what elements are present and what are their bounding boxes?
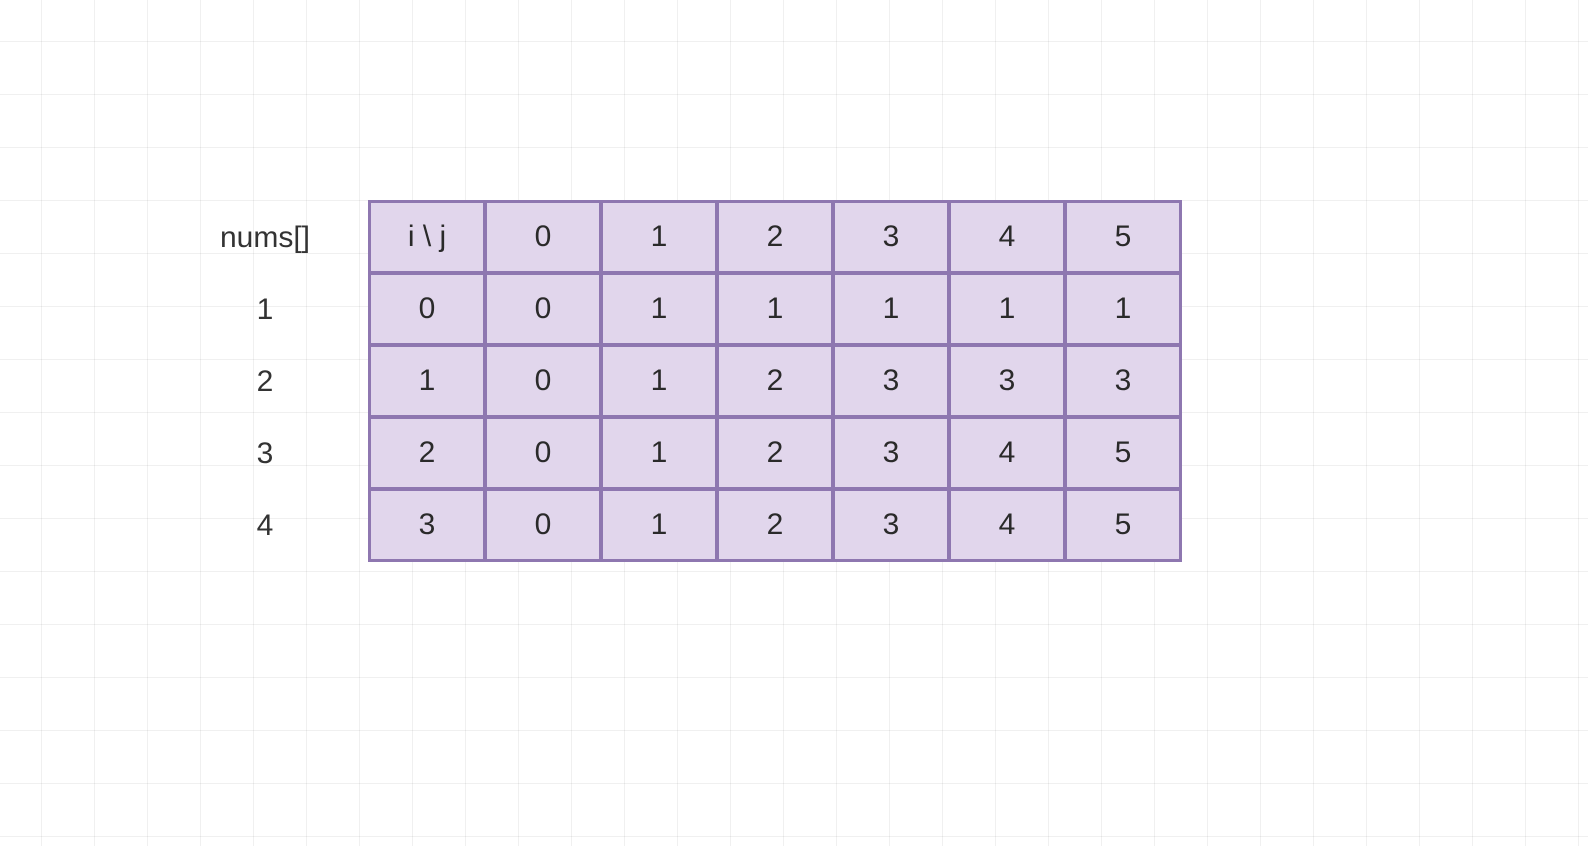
- dp-cell-0-0: 0: [487, 275, 599, 343]
- dp-header-row: i \ j 0 1 2 3 4 5: [371, 203, 1179, 271]
- dp-cell-3-4: 4: [951, 491, 1063, 559]
- dp-cell-1-3: 3: [835, 347, 947, 415]
- nums-column: nums[] 1 2 3 4: [180, 202, 350, 562]
- dp-cell-1-4: 3: [951, 347, 1063, 415]
- dp-cell-2-0: 0: [487, 419, 599, 487]
- dp-cell-3-5: 5: [1067, 491, 1179, 559]
- dp-row-index-2: 2: [371, 419, 483, 487]
- dp-col-header-0: 0: [487, 203, 599, 271]
- dp-row-index-0: 0: [371, 275, 483, 343]
- dp-col-header-4: 4: [951, 203, 1063, 271]
- dp-cell-0-4: 1: [951, 275, 1063, 343]
- dp-row-index-3: 3: [371, 491, 483, 559]
- dp-cell-0-5: 1: [1067, 275, 1179, 343]
- dp-cell-1-0: 0: [487, 347, 599, 415]
- dp-cell-1-1: 1: [603, 347, 715, 415]
- dp-cell-2-5: 5: [1067, 419, 1179, 487]
- dp-cell-2-4: 4: [951, 419, 1063, 487]
- dp-table: i \ j 0 1 2 3 4 5 0 0 1 1 1 1 1 1 0 1 2 …: [368, 200, 1182, 562]
- dp-diagram: nums[] 1 2 3 4 i \ j 0 1 2 3 4 5 0 0 1 1…: [180, 200, 1182, 562]
- nums-value-2: 3: [180, 418, 350, 490]
- dp-col-header-3: 3: [835, 203, 947, 271]
- dp-col-header-2: 2: [719, 203, 831, 271]
- nums-value-3: 4: [180, 490, 350, 562]
- dp-cell-3-2: 2: [719, 491, 831, 559]
- dp-cell-0-3: 1: [835, 275, 947, 343]
- dp-row-0: 0 0 1 1 1 1 1: [371, 275, 1179, 343]
- dp-cell-1-5: 3: [1067, 347, 1179, 415]
- nums-header-label: nums[]: [180, 202, 350, 274]
- dp-row-index-1: 1: [371, 347, 483, 415]
- dp-cell-1-2: 2: [719, 347, 831, 415]
- dp-row-1: 1 0 1 2 3 3 3: [371, 347, 1179, 415]
- dp-cell-2-3: 3: [835, 419, 947, 487]
- dp-row-2: 2 0 1 2 3 4 5: [371, 419, 1179, 487]
- dp-col-header-1: 1: [603, 203, 715, 271]
- dp-cell-0-2: 1: [719, 275, 831, 343]
- dp-cell-2-1: 1: [603, 419, 715, 487]
- dp-cell-3-0: 0: [487, 491, 599, 559]
- dp-row-3: 3 0 1 2 3 4 5: [371, 491, 1179, 559]
- nums-value-1: 2: [180, 346, 350, 418]
- dp-cell-3-3: 3: [835, 491, 947, 559]
- nums-value-0: 1: [180, 274, 350, 346]
- dp-cell-3-1: 1: [603, 491, 715, 559]
- dp-col-header-5: 5: [1067, 203, 1179, 271]
- dp-cell-0-1: 1: [603, 275, 715, 343]
- dp-cell-2-2: 2: [719, 419, 831, 487]
- dp-corner-cell: i \ j: [371, 203, 483, 271]
